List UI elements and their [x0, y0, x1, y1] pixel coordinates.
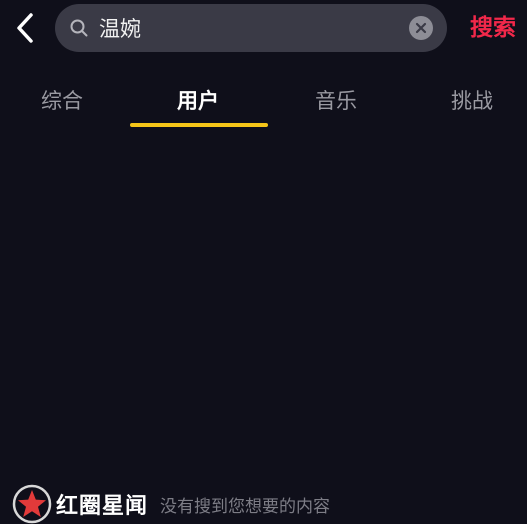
- search-button[interactable]: 搜索: [470, 10, 516, 46]
- search-input[interactable]: [99, 4, 399, 52]
- tab-challenges[interactable]: 挑战: [432, 78, 512, 124]
- watermark-brand: 红圈星闻: [56, 494, 149, 519]
- tab-music[interactable]: 音乐: [296, 78, 376, 124]
- watermark: 红圈星闻 没有搜到您想要的内容: [12, 484, 331, 524]
- search-box[interactable]: [55, 4, 447, 52]
- empty-results-message: 没有搜到您想要的内容: [160, 496, 331, 517]
- active-tab-indicator: [130, 123, 268, 127]
- result-tabs: 综合 用户 音乐 挑战: [0, 78, 527, 130]
- back-button[interactable]: [8, 8, 42, 48]
- tab-general[interactable]: 综合: [22, 78, 102, 124]
- star-logo-icon: [12, 484, 52, 524]
- chevron-left-icon: [17, 13, 33, 43]
- tab-users[interactable]: 用户: [158, 78, 238, 124]
- clear-search-button[interactable]: [409, 16, 433, 40]
- search-icon: [70, 19, 88, 37]
- search-results-screen: 搜索 综合 用户 音乐 挑战 红圈星闻 没有搜到您想要的内容: [0, 0, 527, 524]
- clear-icon: [415, 22, 427, 34]
